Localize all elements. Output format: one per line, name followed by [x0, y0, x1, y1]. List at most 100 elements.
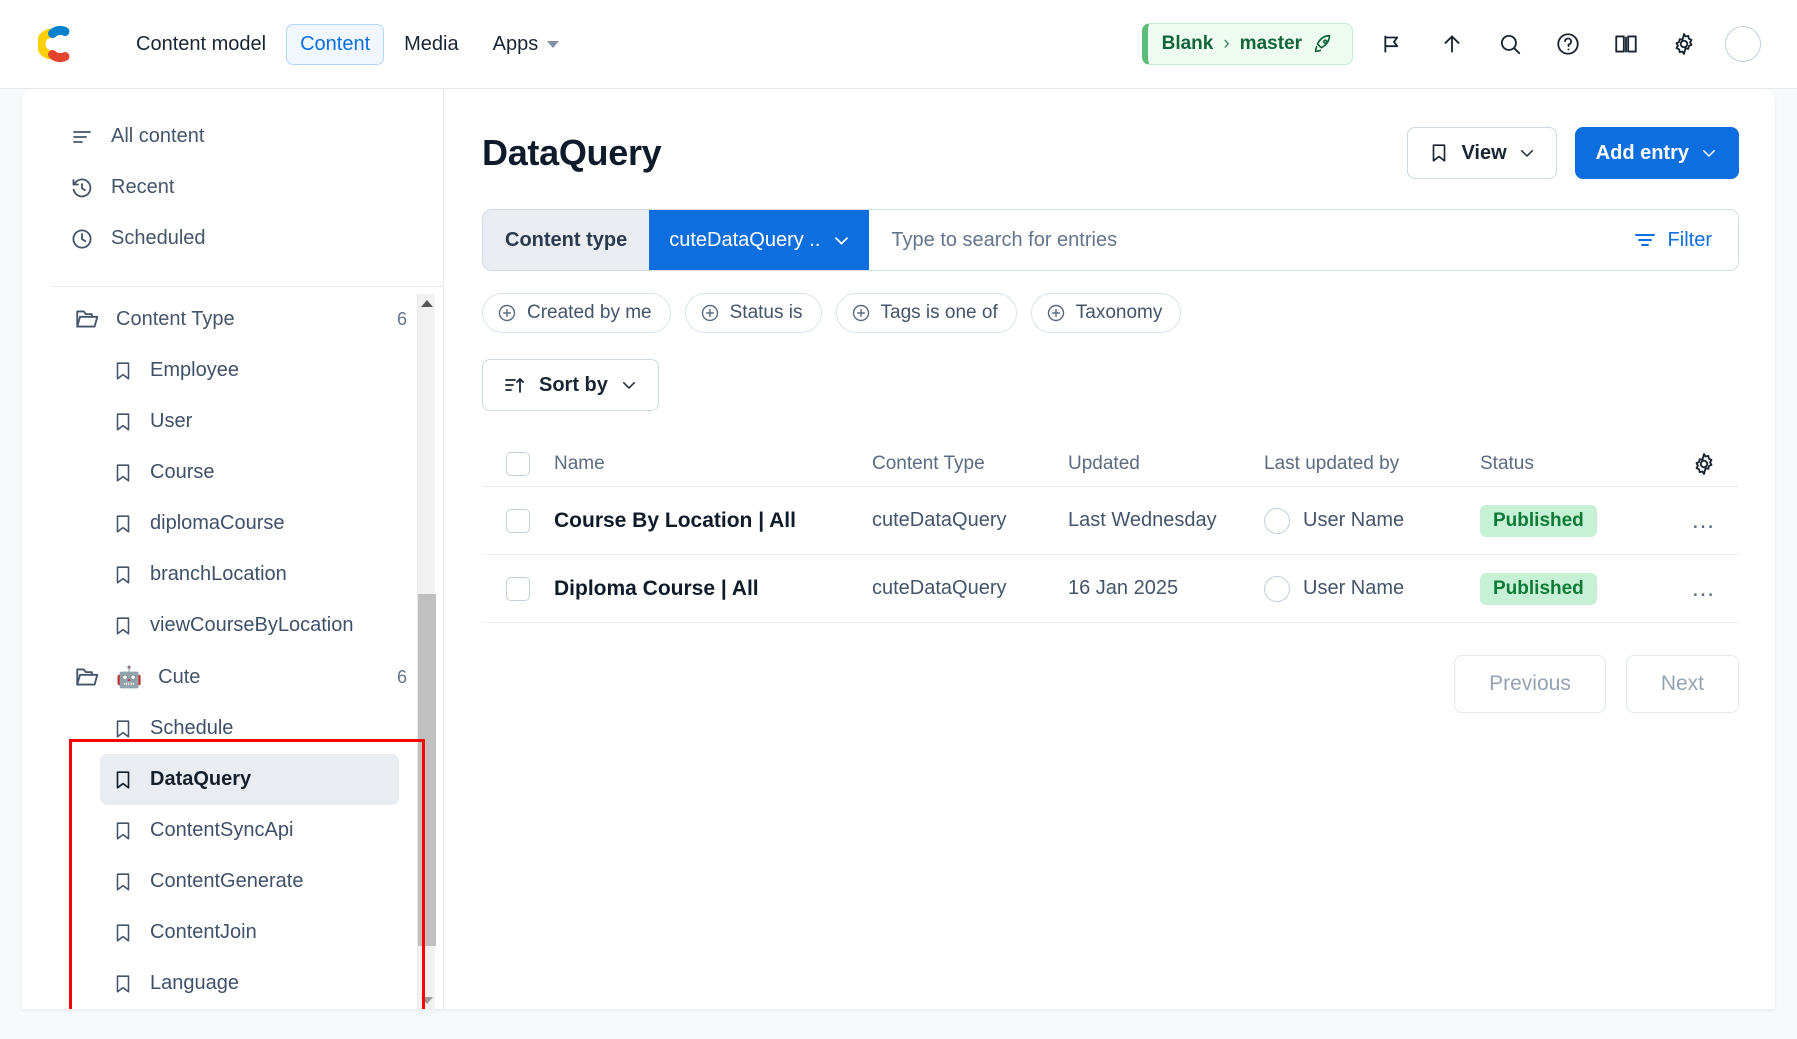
user-name: User Name: [1303, 577, 1405, 599]
content-type-label[interactable]: Content type: [483, 210, 650, 270]
cell-content-type: cuteDataQuery: [872, 509, 1007, 531]
nav-item-apps[interactable]: Apps: [479, 24, 574, 65]
scroll-down-arrow[interactable]: [418, 991, 436, 1009]
contentful-logo[interactable]: [38, 23, 80, 65]
sidebar-item-language[interactable]: Language: [100, 958, 399, 1009]
row-actions-menu-button[interactable]: …: [1691, 508, 1717, 533]
next-page-button[interactable]: Next: [1625, 655, 1739, 713]
entries-table: Name Content Type Updated Last updated b…: [482, 441, 1739, 623]
select-all-checkbox[interactable]: [506, 451, 530, 476]
nav-item-content[interactable]: Content: [286, 23, 385, 65]
view-button[interactable]: View: [1407, 127, 1557, 179]
sidebar-item-label: ContentGenerate: [150, 870, 304, 892]
sidebar-item-viewcoursebylocation[interactable]: viewCourseByLocation: [100, 600, 399, 651]
breadcrumb-separator: ›: [1223, 33, 1230, 54]
sort-section: Sort by: [444, 333, 1775, 411]
user-avatar[interactable]: [1725, 26, 1761, 62]
sidebar-item-schedule[interactable]: Schedule: [100, 703, 399, 754]
search-input[interactable]: [869, 228, 1633, 252]
status-badge: Published: [1480, 572, 1597, 605]
sidebar-item-contentjoin[interactable]: ContentJoin: [100, 907, 399, 958]
sidebar-item-label: Language: [150, 972, 239, 994]
chip-label: Status is: [729, 302, 803, 323]
sidebar-item-contentsyncapi[interactable]: ContentSyncApi: [100, 805, 399, 856]
triangle-up-icon: [421, 299, 433, 307]
select-all-cell: [482, 451, 554, 476]
folder-icon: [74, 664, 100, 690]
sort-by-button[interactable]: Sort by: [482, 359, 659, 411]
content-type-select[interactable]: cuteDataQuery ..: [649, 210, 870, 270]
sidebar-item-user[interactable]: User: [100, 396, 399, 447]
previous-page-button[interactable]: Previous: [1454, 655, 1606, 713]
cell-name[interactable]: Course By Location | All: [554, 509, 872, 533]
sidebar-item-dataquery[interactable]: DataQuery: [100, 754, 399, 805]
column-header-name[interactable]: Name: [554, 453, 872, 475]
chevron-down-icon: [832, 231, 851, 250]
sidebar-item-course[interactable]: Course: [100, 447, 399, 498]
chip-status-is[interactable]: Status is: [684, 293, 822, 333]
robot-icon: 🤖: [116, 665, 143, 689]
sidebar-item-recent[interactable]: Recent: [22, 162, 443, 213]
nav-item-apps-label: Apps: [492, 32, 539, 55]
row-actions-cell: …: [1676, 576, 1739, 601]
column-header-status[interactable]: Status: [1480, 453, 1676, 475]
chip-taxonomy[interactable]: Taxonomy: [1030, 293, 1182, 333]
row-actions-menu-button[interactable]: …: [1691, 576, 1717, 601]
nav-item-content-model[interactable]: Content model: [122, 24, 280, 65]
column-header-content-type[interactable]: Content Type: [872, 453, 1068, 475]
chevron-down-icon: [1518, 144, 1536, 162]
status-badge: Published: [1480, 504, 1597, 537]
chip-created-by-me[interactable]: Created by me: [482, 293, 671, 333]
sidebar-item-employee[interactable]: Employee: [100, 345, 399, 396]
nav-item-media[interactable]: Media: [390, 24, 472, 65]
table-row[interactable]: Diploma Course | All cuteDataQuery 16 Ja…: [482, 555, 1739, 623]
megaphone-icon[interactable]: [1377, 27, 1411, 61]
sidebar-group-content-type[interactable]: Content Type 6: [22, 293, 443, 345]
main-header: DataQuery View Add entry: [444, 89, 1775, 179]
user-name: User Name: [1303, 509, 1405, 531]
main-panel: DataQuery View Add entry Content type cu…: [444, 89, 1775, 1009]
sidebar-item-label: Course: [150, 461, 215, 483]
sidebar-divider: [52, 286, 443, 287]
gear-icon[interactable]: [1667, 27, 1701, 61]
filter-label: Filter: [1667, 228, 1712, 251]
sidebar-item-label: User: [150, 410, 193, 432]
scroll-up-arrow[interactable]: [418, 294, 436, 312]
column-header-last-updated-by[interactable]: Last updated by: [1264, 453, 1480, 475]
sidebar-item-label: All content: [111, 125, 205, 147]
plus-circle-icon: [1046, 303, 1066, 323]
sidebar-item-label: viewCourseByLocation: [150, 614, 354, 636]
history-icon: [70, 176, 94, 200]
arrow-up-icon[interactable]: [1435, 27, 1469, 61]
sidebar-item-scheduled[interactable]: Scheduled: [22, 213, 443, 264]
sidebar-item-label: ContentJoin: [150, 921, 257, 943]
search-icon[interactable]: [1493, 27, 1527, 61]
add-entry-button[interactable]: Add entry: [1574, 127, 1739, 179]
cell-name[interactable]: Diploma Course | All: [554, 577, 872, 601]
sidebar-scrollbar[interactable]: [417, 294, 436, 1009]
row-checkbox[interactable]: [506, 576, 530, 601]
table-settings-button[interactable]: [1676, 451, 1739, 477]
filter-button[interactable]: Filter: [1633, 228, 1738, 252]
sidebar-item-diplomacourse[interactable]: diplomaCourse: [100, 498, 399, 549]
bookmark-icon: [112, 718, 134, 740]
sidebar-scroll-area: Content Type 6 Employee User Course dipl…: [22, 293, 443, 1009]
sidebar-item-all-content[interactable]: All content: [22, 111, 443, 162]
sidebar-item-branchlocation[interactable]: branchLocation: [100, 549, 399, 600]
bookmark-icon: [112, 871, 134, 893]
content-type-value: cuteDataQuery ..: [669, 228, 821, 251]
bookmark-icon: [112, 973, 134, 995]
scrollbar-thumb[interactable]: [418, 594, 436, 946]
book-icon[interactable]: [1609, 27, 1643, 61]
cell-last-updated-by: User Name: [1264, 507, 1480, 534]
sidebar-group-cute[interactable]: 🤖 Cute 6: [22, 651, 443, 703]
main-nav: Content model Content Media Apps: [122, 23, 574, 65]
table-row[interactable]: Course By Location | All cuteDataQuery L…: [482, 487, 1739, 555]
column-header-updated[interactable]: Updated: [1068, 453, 1264, 475]
row-checkbox[interactable]: [506, 508, 530, 533]
chip-tags-is-one-of[interactable]: Tags is one of: [835, 293, 1017, 333]
sidebar-item-contentgenerate[interactable]: ContentGenerate: [100, 856, 399, 907]
row-select-cell: [482, 508, 554, 533]
environment-selector[interactable]: Blank › master: [1141, 23, 1353, 65]
help-icon[interactable]: [1551, 27, 1585, 61]
